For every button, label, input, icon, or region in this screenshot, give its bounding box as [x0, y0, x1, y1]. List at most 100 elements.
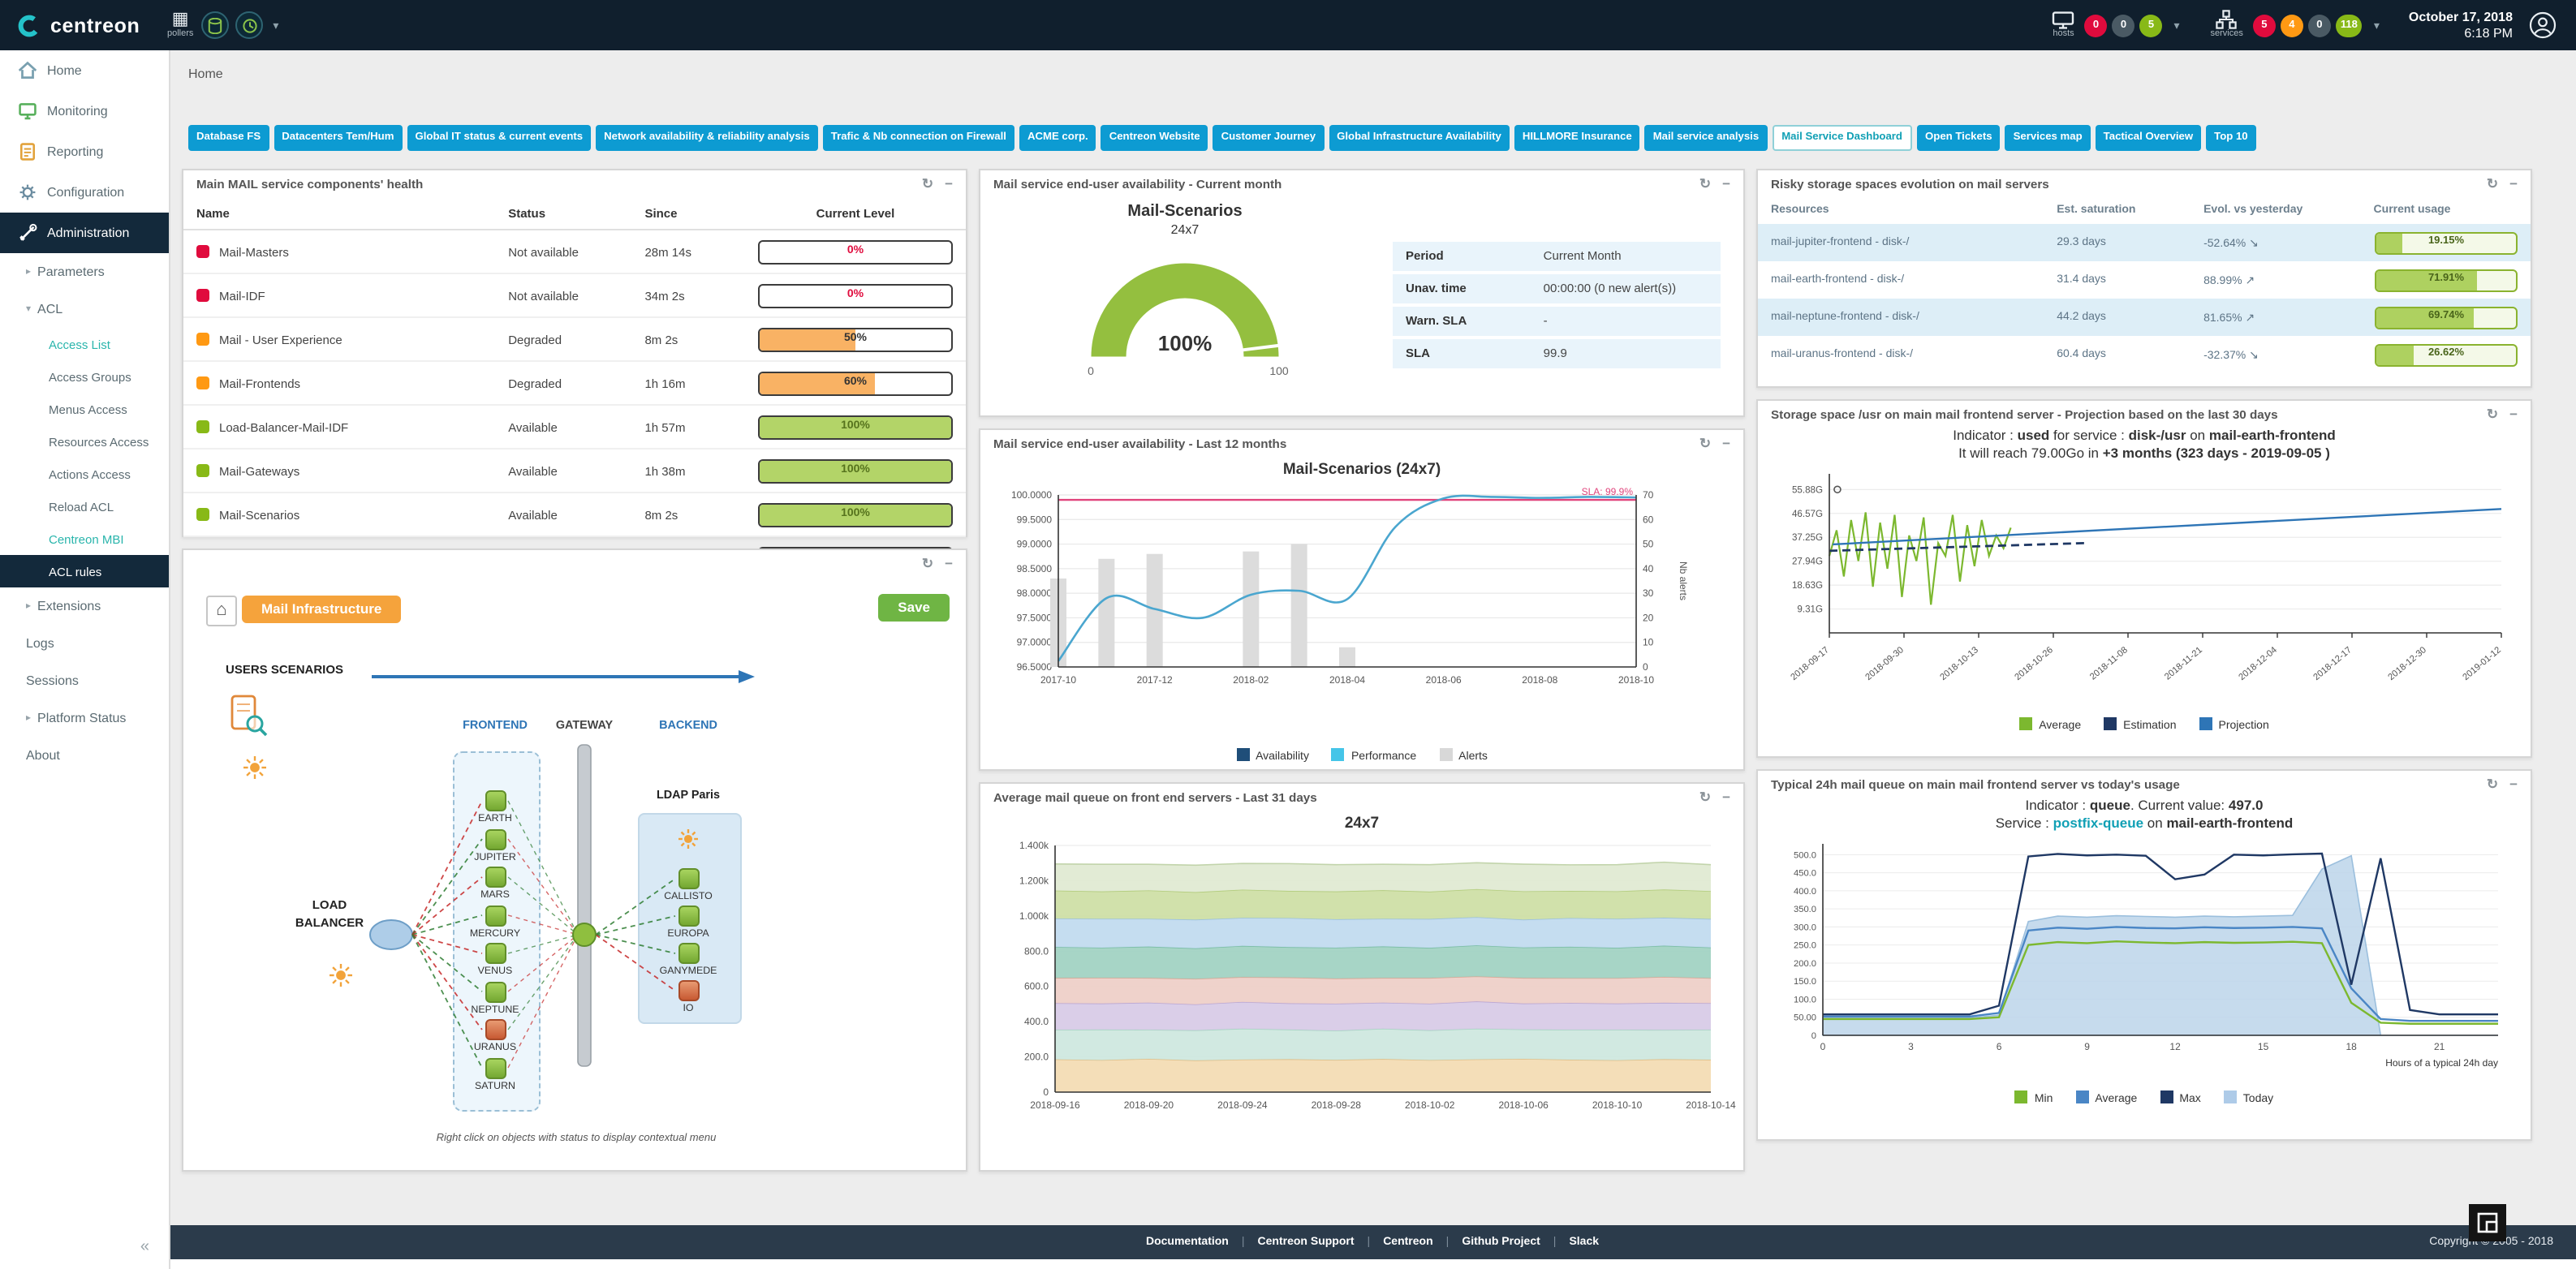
refresh-icon[interactable]: ↻	[1699, 437, 1711, 450]
tab-customer-journey[interactable]: Customer Journey	[1213, 125, 1325, 151]
status-badge[interactable]: 0	[2308, 14, 2331, 37]
sidebar-item-acl[interactable]: ▾ACL	[0, 290, 169, 328]
footer-link-slack[interactable]: Slack	[1569, 1237, 1599, 1248]
status-badge[interactable]: 118	[2336, 14, 2363, 37]
status-badge[interactable]: 5	[2140, 14, 2163, 37]
sidebar-item-administration[interactable]: Administration	[0, 213, 169, 253]
node-saturn[interactable]	[485, 1057, 506, 1078]
table-row[interactable]: Load-Balancer-Mail-IDFAvailable1h 57m100…	[183, 405, 966, 449]
sidebar-item-resources-access[interactable]: Resources Access	[0, 425, 169, 458]
sidebar-item-actions-access[interactable]: Actions Access	[0, 458, 169, 490]
breadcrumb[interactable]: Home	[188, 67, 223, 81]
table-row[interactable]: mail-neptune-frontend - disk-/44.2 days8…	[1758, 299, 2531, 336]
tab-mail-service-dashboard[interactable]: Mail Service Dashboard	[1772, 125, 1912, 151]
table-row[interactable]: mail-earth-frontend - disk-/31.4 days88.…	[1758, 261, 2531, 299]
tab-hillmore-insurance[interactable]: HILLMORE Insurance	[1514, 125, 1640, 151]
tab-services-map[interactable]: Services map	[2005, 125, 2091, 151]
poller-latency-icon[interactable]	[235, 11, 263, 39]
refresh-icon[interactable]: ↻	[1699, 790, 1711, 804]
status-badge[interactable]: 0	[2113, 14, 2135, 37]
node-europa[interactable]	[678, 906, 699, 927]
sidebar-item-about[interactable]: About	[0, 737, 169, 774]
node-mars[interactable]	[485, 867, 506, 888]
sidebar-item-access-groups[interactable]: Access Groups	[0, 360, 169, 393]
minimize-icon[interactable]: −	[2509, 777, 2518, 791]
minimize-icon[interactable]: −	[1722, 790, 1730, 804]
table-row[interactable]: Mail - User ExperienceDegraded8m 2s50%	[183, 317, 966, 361]
status-badge[interactable]: 0	[2085, 14, 2108, 37]
fullscreen-button[interactable]	[2469, 1204, 2506, 1241]
pollers-menu[interactable]: ▦ pollers	[167, 11, 193, 40]
table-row[interactable]: mail-uranus-frontend - disk-/60.4 days-3…	[1758, 336, 2531, 373]
table-row[interactable]: Mail-ScenariosAvailable8m 2s100%	[183, 493, 966, 536]
minimize-icon[interactable]: −	[2509, 177, 2518, 191]
user-menu[interactable]	[2529, 11, 2557, 39]
hosts-chevron-icon[interactable]: ▾	[2174, 19, 2180, 32]
pollers-chevron-icon[interactable]: ▾	[273, 19, 278, 32]
tab-trafic-nb-connection-on-firewall[interactable]: Trafic & Nb connection on Firewall	[823, 125, 1014, 151]
node-mercury[interactable]	[485, 905, 506, 926]
sidebar-item-reporting[interactable]: Reporting	[0, 131, 169, 172]
tab-tactical-overview[interactable]: Tactical Overview	[2096, 125, 2201, 151]
brand-logo[interactable]: centreon	[16, 12, 162, 38]
legend-label: Availability	[1256, 751, 1309, 763]
sidebar-item-extensions[interactable]: ▸Extensions	[0, 587, 169, 625]
sidebar-item-platform-status[interactable]: ▸Platform Status	[0, 699, 169, 737]
sidebar-item-parameters[interactable]: ▸Parameters	[0, 253, 169, 290]
footer-link-centreon-support[interactable]: Centreon Support	[1258, 1237, 1355, 1248]
sidebar-item-sessions[interactable]: Sessions	[0, 662, 169, 699]
node-venus[interactable]	[485, 943, 506, 964]
node-callisto[interactable]	[678, 868, 699, 889]
refresh-icon[interactable]: ↻	[2487, 177, 2498, 191]
sidebar-item-acl-rules[interactable]: ACL rules	[0, 555, 169, 587]
sidebar-item-logs[interactable]: Logs	[0, 625, 169, 662]
tab-database-fs[interactable]: Database FS	[188, 125, 269, 151]
services-label: services	[2211, 32, 2243, 41]
status-badge[interactable]: 5	[2253, 14, 2276, 37]
sidebar-item-centreon-mbi[interactable]: Centreon MBI	[0, 523, 169, 555]
node-earth[interactable]	[485, 790, 506, 811]
tab-network-availability-reliability-analysis[interactable]: Network availability & reliability analy…	[596, 125, 818, 151]
services-status-group[interactable]: services 540118 ▾	[2206, 11, 2386, 41]
node-uranus[interactable]	[485, 1019, 506, 1040]
minimize-icon[interactable]: −	[2509, 407, 2518, 421]
tab-global-infrastructure-availability[interactable]: Global Infrastructure Availability	[1329, 125, 1510, 151]
tab-acme-corp[interactable]: ACME corp.	[1019, 125, 1096, 151]
sidebar-item-monitoring[interactable]: Monitoring	[0, 91, 169, 131]
refresh-icon[interactable]: ↻	[1699, 177, 1711, 191]
table-row[interactable]: Mail-MastersNot available28m 14s0%	[183, 230, 966, 273]
minimize-icon[interactable]: −	[1722, 177, 1730, 191]
sidebar-item-menus-access[interactable]: Menus Access	[0, 393, 169, 425]
refresh-icon[interactable]: ↻	[2487, 777, 2498, 791]
status-badge[interactable]: 4	[2281, 14, 2303, 37]
footer-link-centreon[interactable]: Centreon	[1383, 1237, 1432, 1248]
table-row[interactable]: Mail-GatewaysAvailable1h 38m100%	[183, 449, 966, 493]
node-neptune[interactable]	[485, 981, 506, 1002]
node-ganymede[interactable]	[678, 943, 699, 964]
refresh-icon[interactable]: ↻	[922, 177, 933, 191]
poller-database-icon[interactable]	[201, 11, 229, 39]
table-row[interactable]: mail-jupiter-frontend - disk-/29.3 days-…	[1758, 224, 2531, 261]
minimize-icon[interactable]: −	[945, 177, 953, 191]
sidebar-item-configuration[interactable]: Configuration	[0, 172, 169, 213]
sidebar-collapse-button[interactable]: «	[140, 1238, 149, 1256]
tab-top-10[interactable]: Top 10	[2206, 125, 2256, 151]
tab-open-tickets[interactable]: Open Tickets	[1917, 125, 2001, 151]
sidebar-item-home[interactable]: Home	[0, 50, 169, 91]
footer-link-github-project[interactable]: Github Project	[1462, 1237, 1540, 1248]
table-row[interactable]: Mail-FrontendsDegraded1h 16m60%	[183, 361, 966, 405]
hosts-status-group[interactable]: hosts 005 ▾	[2048, 11, 2186, 40]
services-chevron-icon[interactable]: ▾	[2374, 19, 2380, 32]
tab-datacenters-tem-hum[interactable]: Datacenters Tem/Hum	[274, 125, 402, 151]
tab-centreon-website[interactable]: Centreon Website	[1101, 125, 1208, 151]
tab-global-it-status-current-events[interactable]: Global IT status & current events	[407, 125, 591, 151]
minimize-icon[interactable]: −	[1722, 437, 1730, 450]
node-io[interactable]	[678, 980, 699, 1001]
sidebar-item-reload-acl[interactable]: Reload ACL	[0, 490, 169, 523]
node-jupiter[interactable]	[485, 828, 506, 850]
refresh-icon[interactable]: ↻	[2487, 407, 2498, 421]
table-row[interactable]: Mail-IDFNot available34m 2s0%	[183, 273, 966, 317]
footer-link-documentation[interactable]: Documentation	[1146, 1237, 1229, 1248]
tab-mail-service-analysis[interactable]: Mail service analysis	[1645, 125, 1768, 151]
sidebar-item-access-list[interactable]: Access List	[0, 328, 169, 360]
